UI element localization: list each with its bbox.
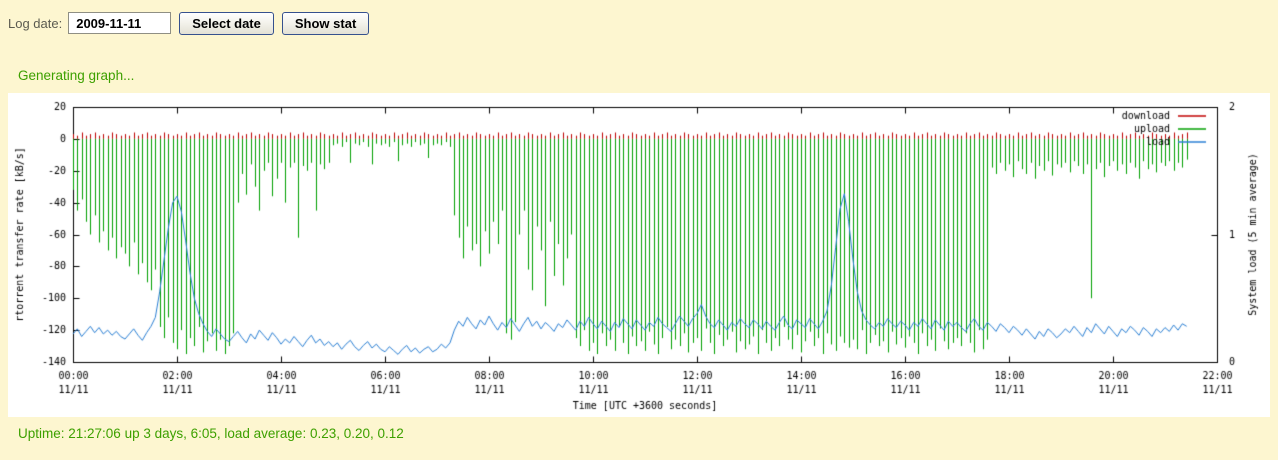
select-date-button[interactable]: Select date [179,11,274,35]
chart-image-container [8,93,1270,417]
uptime-status: Uptime: 21:27:06 up 3 days, 6:05, load a… [18,426,404,441]
page: { "page": { "background": "#fdf6d0", "fo… [0,0,1278,460]
log-date-input[interactable] [68,12,172,34]
log-date-label: Log date: [8,15,63,31]
rtorrent-transfer-chart [8,93,1270,417]
show-stat-button[interactable]: Show stat [281,11,370,35]
generating-status: Generating graph... [18,68,135,83]
log-date-form: Log date: Select date Show stat [8,10,370,36]
